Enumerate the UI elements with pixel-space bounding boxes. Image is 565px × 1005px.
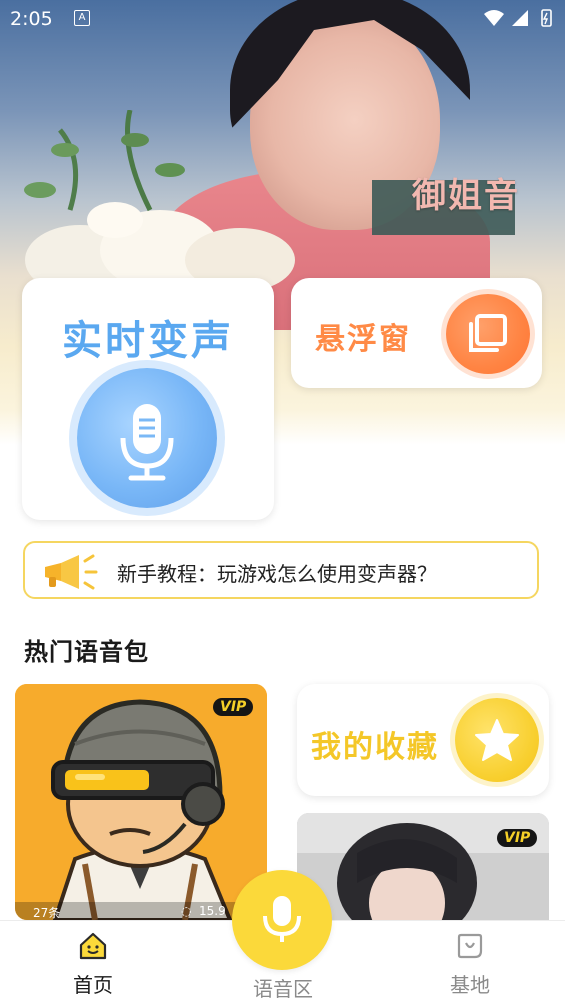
nav-base-label: 基地: [450, 973, 490, 997]
base-icon: [457, 933, 483, 959]
pack-play-icon: ◌: [181, 904, 192, 918]
home-icon: [79, 932, 107, 960]
voice-pack-card[interactable]: VIP 27条 ◌ 15.9: [15, 684, 267, 920]
nav-home[interactable]: 首页: [48, 927, 138, 1001]
nav-voice-label: 语音区: [253, 977, 313, 1001]
megaphone-icon: [45, 554, 98, 590]
vip-badge: VIP: [497, 829, 538, 847]
floating-window-title: 悬浮窗: [315, 322, 411, 357]
floating-window-circle: [446, 294, 530, 374]
realtime-voice-title: 实时变声: [62, 318, 234, 364]
realtime-voice-card[interactable]: 实时变声: [22, 278, 274, 520]
voice-pack-cover-image: [15, 684, 267, 920]
pack-plays: 15.9: [199, 904, 226, 918]
floating-window-card[interactable]: 悬浮窗: [291, 278, 542, 388]
tutorial-banner[interactable]: 新手教程：玩游戏怎么使用变声器？: [23, 541, 539, 599]
accessibility-icon: A: [74, 10, 90, 26]
pack-count: 27条: [33, 906, 61, 920]
voice-pack-card[interactable]: VIP: [297, 813, 549, 933]
window-stack-icon: [469, 314, 507, 352]
status-time: 2:05: [10, 8, 53, 30]
vip-badge: VIP: [213, 698, 254, 716]
realtime-mic-circle: [77, 368, 217, 508]
wifi-icon: [484, 10, 504, 26]
star-icon: [475, 719, 519, 761]
microphone-icon: [263, 896, 301, 942]
status-icons: [484, 9, 552, 27]
nav-base[interactable]: 基地: [425, 927, 515, 1001]
my-favorites-title: 我的收藏: [311, 730, 439, 765]
hero-flowers: [24, 110, 295, 290]
microphone-icon: [120, 404, 174, 481]
voice-area-button[interactable]: [232, 870, 332, 970]
section-title-hot-voice-packs: 热门语音包: [24, 638, 149, 666]
hero-tag: 御姐音: [412, 176, 520, 216]
battery-icon: [541, 9, 552, 27]
nav-home-label: 首页: [73, 973, 113, 997]
signal-icon: [512, 10, 528, 26]
tutorial-text: 新手教程：玩游戏怎么使用变声器？: [117, 562, 437, 586]
my-favorites-card[interactable]: 我的收藏: [297, 684, 549, 796]
favorites-circle: [455, 698, 539, 782]
